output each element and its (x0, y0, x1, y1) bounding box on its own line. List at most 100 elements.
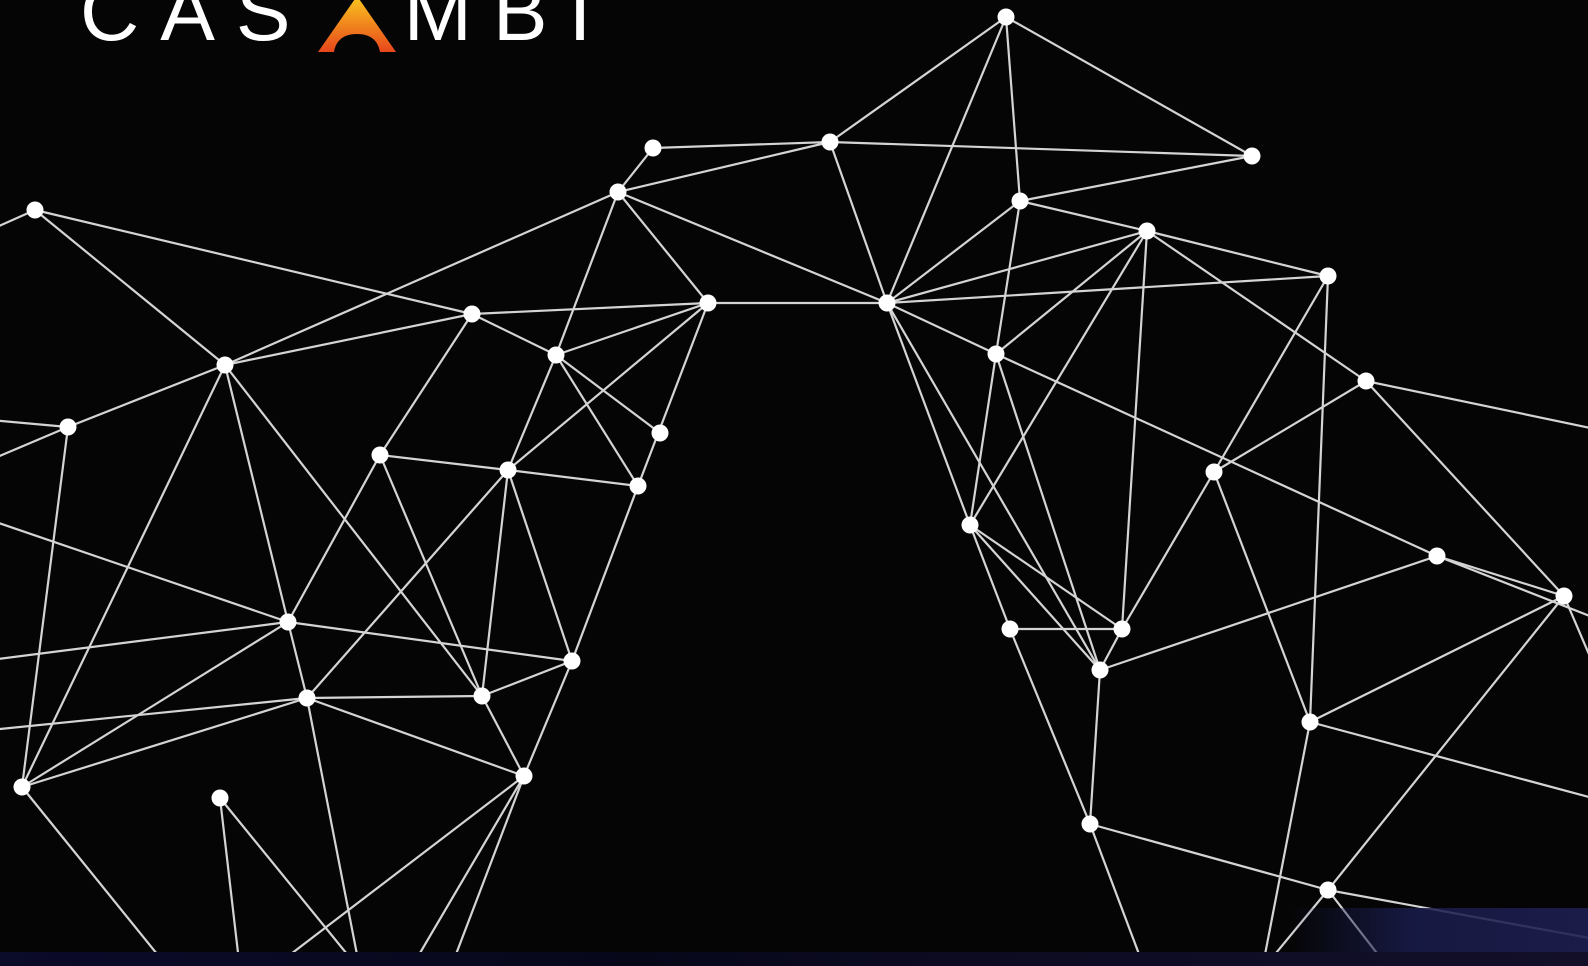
network-edge (1005, 16, 1253, 157)
network-node (547, 346, 565, 364)
network-edge (471, 313, 557, 356)
network-edge (506, 469, 574, 662)
network-edge (0, 696, 308, 731)
network-edge (379, 453, 509, 472)
network-node (1357, 372, 1375, 390)
network-node (499, 461, 517, 479)
bottom-strip (0, 952, 1588, 966)
network-node (987, 345, 1005, 363)
network-edge (994, 200, 1022, 355)
network-edge (617, 191, 709, 304)
network-node (699, 294, 717, 312)
network-edge (20, 426, 70, 788)
network-node (1319, 881, 1337, 899)
network-node (59, 418, 77, 436)
network-node (26, 201, 44, 219)
network-edge (555, 354, 661, 434)
network-edge (1120, 230, 1149, 630)
network-node (1301, 713, 1319, 731)
corner-artifact (1288, 908, 1588, 954)
network-edge (1019, 154, 1253, 203)
network-edge (273, 775, 525, 966)
network-node (279, 613, 297, 631)
network-node (609, 183, 627, 201)
network-node (563, 652, 581, 670)
network-edge (507, 468, 639, 488)
network-edge (506, 354, 558, 471)
network-edge (1213, 380, 1367, 473)
network-edge (1019, 199, 1148, 233)
network-node (1011, 192, 1029, 210)
network-node (473, 687, 491, 705)
network-edge (1213, 275, 1329, 473)
network-edge (1146, 229, 1329, 278)
network-edge (305, 697, 361, 966)
network-edge (522, 660, 574, 777)
network-node (1001, 620, 1019, 638)
network-edge (617, 190, 888, 305)
network-edge (1212, 471, 1312, 723)
network-edge (886, 229, 1148, 305)
network-edge (652, 140, 831, 150)
network-edge (411, 775, 525, 966)
network-node (651, 424, 669, 442)
network-node (961, 516, 979, 534)
network-edge (886, 200, 1021, 304)
network-edge (1004, 16, 1022, 202)
network-edge (480, 469, 510, 697)
network-edge (224, 190, 619, 367)
network-edge (636, 302, 710, 487)
network-edge (1365, 379, 1588, 429)
network-edge (21, 786, 169, 966)
network-edge (969, 230, 1148, 526)
network-edge (306, 696, 525, 778)
network-edge (1008, 628, 1092, 825)
network-edge (379, 313, 473, 456)
network-edge (968, 353, 998, 526)
network-edge (471, 301, 709, 316)
network-node (298, 689, 316, 707)
network-edge (829, 140, 1253, 158)
network-edge (218, 797, 241, 966)
network-node (1205, 463, 1223, 481)
network-edge (0, 425, 69, 457)
network-edge (287, 454, 381, 623)
network-edge (828, 141, 889, 304)
network-node (515, 767, 533, 785)
network-edge (570, 485, 640, 662)
network-edge (34, 208, 473, 316)
network-node (1243, 147, 1261, 165)
network-edge (223, 364, 290, 623)
network-graph (0, 8, 1588, 966)
network-node (1555, 587, 1573, 605)
network-node (1113, 620, 1131, 638)
network-node (371, 446, 389, 464)
network-node (1091, 661, 1109, 679)
network-edge (969, 524, 1123, 630)
network-edge (306, 469, 509, 699)
network-edge (1146, 230, 1367, 382)
network-node (821, 133, 839, 151)
network-edge (67, 363, 226, 429)
network-node (13, 778, 31, 796)
network-edge (555, 301, 709, 357)
network-edge (1088, 823, 1145, 966)
network-edge (1089, 822, 1329, 892)
network-edge (1309, 595, 1565, 723)
network-node (997, 8, 1015, 26)
network-node (629, 477, 647, 495)
network-edge (969, 524, 1101, 671)
network-edge (1088, 669, 1102, 825)
network-edge (0, 419, 69, 429)
network-node (216, 356, 234, 374)
network-node (644, 139, 662, 157)
network-edge (1121, 471, 1215, 630)
network-node (1138, 222, 1156, 240)
network-edge (224, 312, 473, 367)
network-edge (378, 454, 484, 697)
network-edge (968, 524, 1012, 630)
network-edge (554, 191, 620, 356)
network-edge (1309, 720, 1588, 798)
network-edge (886, 274, 1329, 305)
network-edge (286, 621, 309, 699)
